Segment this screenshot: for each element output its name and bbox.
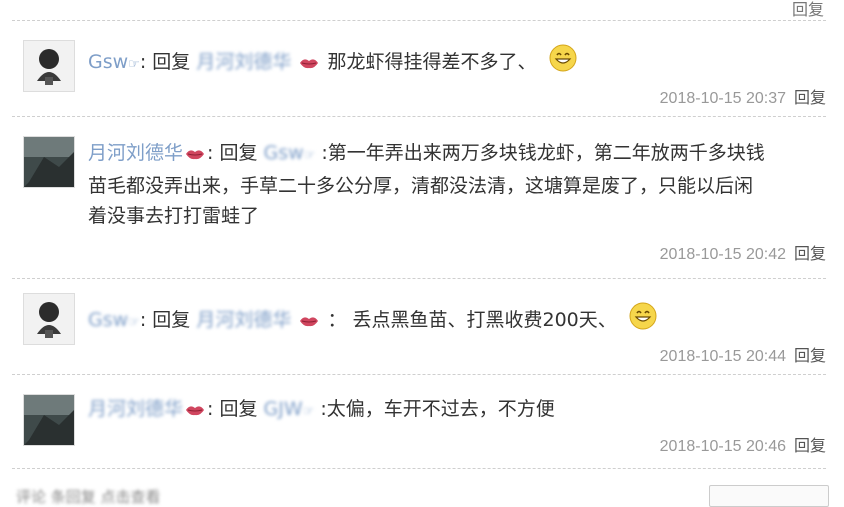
- comment-meta: 2018-10-15 20:46 回复: [660, 432, 826, 456]
- comment-body: 那龙虾得挂得差不多了、: [327, 51, 537, 73]
- avatar[interactable]: [23, 293, 75, 345]
- comment-text: Gsw☞: 回复 月河刘德华 ： 丢点黑鱼苗、打黑收费200天、: [88, 302, 828, 338]
- reply-link[interactable]: 回复: [792, 0, 824, 20]
- avatar-image: [24, 137, 74, 187]
- comment-meta: 2018-10-15 20:42 回复: [660, 240, 826, 264]
- comment-body: :太偏，车开不过去，不方便: [320, 398, 555, 420]
- timestamp: 2018-10-15 20:46: [659, 438, 786, 455]
- divider: [12, 468, 826, 469]
- comment-meta: 2018-10-15 20:44 回复: [660, 342, 826, 366]
- lips-icon: [186, 405, 205, 415]
- lips-icon: [300, 316, 319, 326]
- reply-link[interactable]: 回复: [794, 246, 826, 263]
- smile-emoji-icon: [629, 302, 657, 330]
- author-name[interactable]: Gsw: [88, 51, 128, 73]
- reply-target-name[interactable]: 月河刘德华: [196, 309, 291, 331]
- reply-target-name[interactable]: GJW: [264, 398, 303, 420]
- lips-icon: [300, 58, 319, 68]
- comment-body-line: :第一年弄出来两万多块钱龙虾，第二年放两千多块钱: [321, 142, 765, 164]
- bottom-cut-text: 评论 条回复 点击查看: [16, 488, 161, 506]
- comment-text: 月河刘德华: 回复 Gsw☞ :第一年弄出来两万多块钱龙虾，第二年放两千多块钱 …: [88, 142, 765, 227]
- previous-comment-cut: 回复: [0, 0, 844, 19]
- reply-verb: 回复: [152, 51, 191, 73]
- avatar[interactable]: [23, 40, 75, 92]
- author-name[interactable]: Gsw: [88, 309, 128, 331]
- smile-emoji-icon: [549, 44, 577, 72]
- lips-icon: [186, 149, 205, 159]
- reply-link[interactable]: 回复: [794, 438, 826, 455]
- hand-pointing-icon: ☞: [302, 404, 315, 419]
- divider: [12, 374, 826, 375]
- comment-body-line: 着没事去打打雷蛙了: [88, 205, 260, 227]
- hand-pointing-icon: ☞: [128, 57, 140, 72]
- reply-verb: 回复: [219, 398, 258, 420]
- comment-meta: 2018-10-15 20:37 回复: [660, 84, 826, 108]
- comment-text: 月河刘德华: 回复 GJW☞ :太偏，车开不过去，不方便: [88, 398, 555, 420]
- reply-target-name[interactable]: 月河刘德华: [196, 51, 291, 73]
- avatar-image: [24, 41, 74, 91]
- comment-text: Gsw☞: 回复 月河刘德华 那龙虾得挂得差不多了、: [88, 44, 828, 80]
- avatar-image: [24, 294, 74, 344]
- avatar[interactable]: [23, 394, 75, 446]
- reply-target-name[interactable]: Gsw: [264, 142, 304, 164]
- hand-pointing-icon: ☞: [128, 315, 140, 330]
- divider: [12, 278, 826, 279]
- avatar-image: [24, 395, 74, 445]
- reply-link[interactable]: 回复: [794, 90, 826, 107]
- reply-verb: 回复: [219, 142, 258, 164]
- avatar[interactable]: [23, 136, 75, 188]
- reply-link[interactable]: 回复: [794, 348, 826, 365]
- timestamp: 2018-10-15 20:37: [659, 90, 786, 107]
- divider: [12, 116, 826, 117]
- hand-pointing-icon: ☞: [303, 148, 316, 163]
- bottom-input-box[interactable]: [709, 485, 829, 507]
- reply-verb: 回复: [152, 309, 191, 331]
- author-name[interactable]: 月河刘德华: [88, 398, 183, 420]
- timestamp: 2018-10-15 20:44: [659, 348, 786, 365]
- divider: [12, 20, 826, 21]
- timestamp: 2018-10-15 20:42: [659, 246, 786, 263]
- comment-body-line: 苗毛都没弄出来，手草二十多公分厚，清都没法清，这塘算是废了，只能以后闲: [88, 175, 754, 197]
- comment-body: ： 丢点黑鱼苗、打黑收费200天、: [327, 309, 617, 331]
- author-name[interactable]: 月河刘德华: [88, 142, 183, 164]
